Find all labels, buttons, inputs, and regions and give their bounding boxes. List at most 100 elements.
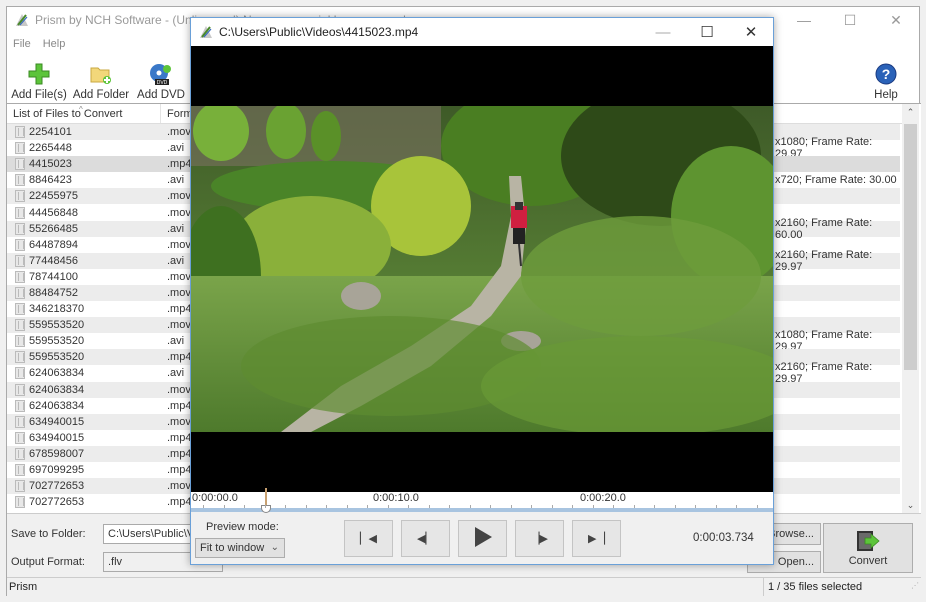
video-file-icon [15, 206, 25, 219]
go-to-end-icon: ▶▕ [588, 533, 605, 545]
timeline-label-20: 0:00:20.0 [580, 492, 626, 504]
preview-mode-select[interactable]: Fit to window ⌄ [195, 538, 285, 558]
preview-controls: Preview mode: Fit to window ⌄ ▏◀ ◀▏ ▕▶ ▶… [191, 516, 773, 564]
convert-label: Convert [848, 554, 888, 567]
file-name: 634940015 [29, 431, 85, 444]
preview-title: C:\Users\Public\Videos\4415023.mp4 [219, 25, 419, 39]
file-name: 559553520 [29, 319, 85, 332]
svg-text:DVD: DVD [157, 80, 168, 86]
maximize-button[interactable]: ☐ [827, 7, 873, 33]
previous-frame-icon: ◀▏ [417, 533, 434, 545]
scroll-down-icon[interactable]: ⌄ [902, 497, 919, 514]
video-file-icon [15, 174, 25, 187]
timeline-tick [367, 505, 368, 508]
file-name: 2254101 [29, 126, 72, 139]
minimize-button[interactable]: — [781, 7, 827, 33]
video-file-icon [15, 126, 25, 139]
menu-help[interactable]: Help [37, 35, 72, 53]
video-file-icon [15, 303, 25, 316]
timeline-tick [469, 505, 471, 508]
dvd-add-icon: DVD [148, 62, 174, 86]
video-file-icon [15, 367, 25, 380]
timeline-tick [756, 505, 758, 508]
file-name: 64487894 [29, 238, 78, 251]
file-name: 702772653 [29, 480, 85, 493]
prism-app-icon [199, 25, 213, 39]
column-header-files[interactable]: ^ List of Files to Convert [7, 104, 161, 123]
preview-maximize-button[interactable]: ☐ [685, 18, 729, 46]
convert-button[interactable]: Convert [823, 523, 913, 573]
timeline-tick [305, 505, 307, 508]
go-to-end-button[interactable]: ▶▕ [572, 520, 621, 557]
file-name: 88484752 [29, 286, 78, 299]
video-file-icon [15, 319, 25, 332]
timeline-tick [654, 505, 655, 508]
video-file-icon [15, 190, 25, 203]
previous-frame-button[interactable]: ◀▏ [401, 520, 450, 557]
video-file-icon [15, 431, 25, 444]
video-file-icon [15, 254, 25, 267]
file-name: 346218370 [29, 303, 85, 316]
timeline-tick [551, 505, 553, 508]
add-folder-button[interactable]: Add Folder [71, 57, 131, 101]
timeline-tick [695, 505, 696, 508]
file-name: 8846423 [29, 174, 72, 187]
video-file-icon [15, 286, 25, 299]
video-file-icon [15, 222, 25, 235]
timeline[interactable]: 0:00:00.0 0:00:10.0 0:00:20.0 [191, 488, 773, 513]
go-to-start-button[interactable]: ▏◀ [344, 520, 393, 557]
video-file-icon [15, 351, 25, 364]
timeline-tick [346, 505, 348, 508]
preview-title-bar: C:\Users\Public\Videos\4415023.mp4 — ☐ ✕ [191, 18, 773, 46]
preview-minimize-button[interactable]: — [641, 18, 685, 46]
file-name: 77448456 [29, 254, 78, 267]
video-file-icon [15, 496, 25, 509]
playhead-handle[interactable] [261, 505, 271, 513]
video-file-icon [15, 447, 25, 460]
add-files-label: Add File(s) [11, 89, 67, 101]
timeline-tick [490, 505, 491, 508]
timeline-tick [408, 505, 409, 508]
video-file-icon [15, 415, 25, 428]
menu-file[interactable]: File [7, 35, 37, 53]
timeline-tick [674, 505, 676, 508]
scroll-up-icon[interactable]: ⌃ [902, 104, 919, 121]
output-format-label: Output Format: [11, 556, 85, 568]
scrollbar-thumb[interactable] [904, 124, 917, 370]
preview-mode-label: Preview mode: [206, 521, 279, 533]
next-frame-button[interactable]: ▕▶ [515, 520, 564, 557]
help-label: Help [874, 89, 898, 101]
menu-bar: File Help [7, 35, 71, 53]
timeline-tick [613, 505, 614, 508]
file-name: 44456848 [29, 206, 78, 219]
file-name: 22455975 [29, 190, 78, 203]
file-name: 624063834 [29, 383, 85, 396]
timeline-tick [223, 505, 225, 508]
playhead-line [265, 488, 267, 506]
add-files-button[interactable]: Add File(s) [11, 57, 67, 101]
add-dvd-button[interactable]: DVD Add DVD [135, 57, 187, 101]
timeline-label-10: 0:00:10.0 [373, 492, 419, 504]
status-bar: Prism 1 / 35 files selected ⋰ [7, 577, 921, 597]
timeline-tick [736, 505, 737, 508]
prism-app-icon [15, 13, 29, 27]
timeline-tick [264, 505, 266, 508]
chevron-down-icon: ⌄ [270, 542, 279, 553]
preview-close-button[interactable]: ✕ [729, 18, 773, 46]
video-image [191, 106, 773, 432]
file-name: 624063834 [29, 399, 85, 412]
video-file-icon [15, 270, 25, 283]
video-file-icon [15, 158, 25, 171]
video-frame[interactable] [191, 46, 773, 492]
play-button[interactable] [458, 520, 507, 557]
help-button[interactable]: ? Help [869, 57, 903, 101]
timeline-tick [285, 505, 286, 508]
vertical-scrollbar[interactable]: ⌃ ⌄ [902, 104, 919, 514]
video-file-icon [15, 238, 25, 251]
status-selection-count: 1 / 35 files selected [763, 578, 862, 596]
timeline-tick [449, 505, 450, 508]
close-button[interactable]: ✕ [873, 7, 919, 33]
resize-grip-icon[interactable]: ⋰ [911, 577, 919, 595]
timeline-tick [633, 505, 635, 508]
file-name: 634940015 [29, 415, 85, 428]
